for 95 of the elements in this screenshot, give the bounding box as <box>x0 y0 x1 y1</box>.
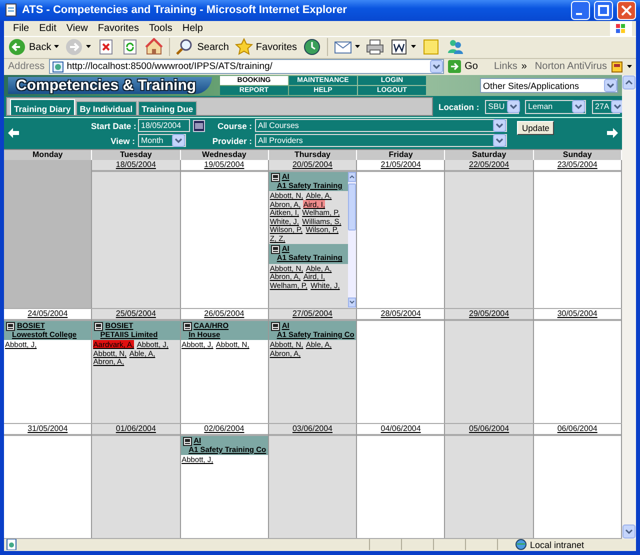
toolbar-button[interactable]: Search <box>197 42 229 53</box>
minimize-button[interactable] <box>571 0 590 20</box>
view-select[interactable]: Month <box>138 134 186 148</box>
caret-icon[interactable] <box>627 64 632 69</box>
day-name: Tuesday <box>92 150 181 160</box>
chevron-button[interactable]: » <box>521 61 527 72</box>
date-link[interactable]: 01/06/2004 <box>116 424 156 433</box>
menu-item[interactable]: Favorites <box>92 22 144 34</box>
update-button[interactable]: Update <box>517 121 554 136</box>
edit-document-icon[interactable] <box>390 38 408 56</box>
course-select[interactable]: All Courses <box>255 119 507 132</box>
scrollbar[interactable] <box>622 74 636 539</box>
date-link[interactable]: 05/06/2004 <box>469 424 510 433</box>
tab[interactable]: By Individual <box>76 101 137 116</box>
status-zone: Local intranet <box>530 540 584 550</box>
date-link[interactable]: 25/05/2004 <box>116 308 156 318</box>
date-link[interactable]: 02/06/2004 <box>204 424 244 433</box>
caret-icon[interactable] <box>355 45 360 50</box>
provider-label: Provider : <box>212 136 252 146</box>
location-label: Location : <box>438 102 480 112</box>
date-link[interactable]: 04/06/2004 <box>380 424 421 433</box>
right-arrow-icon[interactable] <box>607 128 618 138</box>
go-button[interactable]: Go <box>464 61 478 72</box>
printer-icon[interactable] <box>270 245 280 254</box>
caret-icon[interactable] <box>411 45 416 50</box>
stop-icon[interactable] <box>97 38 116 56</box>
day-name: Friday <box>357 150 446 160</box>
day-name: Saturday <box>445 150 534 160</box>
printer-icon[interactable] <box>270 172 280 182</box>
location-select[interactable]: SBU <box>485 100 520 114</box>
view-label: View : <box>110 136 135 146</box>
provider-select[interactable]: All Providers <box>255 134 507 148</box>
toolbar-button[interactable]: Favorites <box>256 42 298 53</box>
address-label: Address <box>8 61 45 72</box>
left-arrow-icon[interactable] <box>8 128 19 138</box>
tab[interactable]: Training Diary <box>10 99 75 116</box>
date-link[interactable]: 19/05/2004 <box>204 160 244 169</box>
scrollbar[interactable] <box>348 172 356 308</box>
printer-icon[interactable] <box>182 436 192 446</box>
location-select[interactable]: Leman <box>525 100 586 114</box>
window-title: ATS - Competencies and Training - Microsoft Internet Explorer <box>22 4 348 16</box>
page-icon <box>4 3 18 18</box>
day-name: Sunday <box>534 150 622 160</box>
calendar-icon[interactable] <box>193 120 205 132</box>
tab[interactable]: Training Due <box>138 101 198 116</box>
page-icon <box>52 60 64 73</box>
people-icon[interactable] <box>446 38 464 56</box>
day-name: Wednesday <box>180 150 269 160</box>
search-icon <box>176 38 194 56</box>
day-name: Monday <box>4 150 92 160</box>
date-link[interactable]: 06/06/2004 <box>557 424 598 433</box>
date-link[interactable]: 21/05/2004 <box>380 160 421 169</box>
app-logo: Competencies & Training <box>8 77 212 94</box>
menu-item[interactable]: View <box>61 22 93 34</box>
course-label: Course : <box>216 120 252 131</box>
printer-icon[interactable] <box>270 322 280 331</box>
date-link[interactable]: 24/05/2004 <box>28 308 68 318</box>
date-link[interactable]: 31/05/2004 <box>28 424 68 433</box>
printer-icon[interactable] <box>182 322 192 331</box>
printer-icon[interactable] <box>94 322 104 331</box>
toolbar-label[interactable]: Norton AntiVirus <box>534 61 607 72</box>
links-label[interactable]: Links <box>494 61 518 72</box>
close-button[interactable] <box>617 0 636 20</box>
go-arrow-icon[interactable] <box>448 60 461 74</box>
clock-icon[interactable] <box>303 38 322 56</box>
menu-item[interactable]: File <box>8 22 34 34</box>
globe-icon <box>514 539 527 550</box>
date-link[interactable]: 22/05/2004 <box>469 160 510 169</box>
menu-item[interactable]: Tools <box>144 22 178 34</box>
date-link[interactable]: 29/05/2004 <box>469 308 510 318</box>
sites-select[interactable]: Other Sites/Applications <box>480 78 618 94</box>
date-link[interactable]: 23/05/2004 <box>557 160 598 169</box>
printer-icon[interactable] <box>6 322 15 331</box>
home-icon[interactable] <box>145 38 164 56</box>
toolbar-button[interactable]: Back <box>29 42 52 53</box>
date-link[interactable]: 30/05/2004 <box>557 308 598 318</box>
date-link[interactable]: 18/05/2004 <box>116 160 156 169</box>
start-date-field[interactable]: 18/05/2004 <box>138 119 190 132</box>
star-icon <box>234 38 253 56</box>
date-link[interactable]: 20/05/2004 <box>292 160 333 169</box>
address-field[interactable]: http://localhost:8500/wwwroot/IPPS/ATS/training/ <box>48 59 444 74</box>
date-link[interactable]: 26/05/2004 <box>204 308 244 318</box>
location-select[interactable]: 27A <box>592 100 620 114</box>
menu-item[interactable]: Help <box>177 22 208 34</box>
date-link[interactable]: 27/05/2004 <box>292 308 333 318</box>
date-link[interactable]: 28/05/2004 <box>380 308 421 318</box>
day-name: Thursday <box>268 150 358 160</box>
refresh-icon[interactable] <box>121 38 140 56</box>
caret-icon[interactable] <box>86 45 92 50</box>
menu-item[interactable]: Edit <box>34 22 62 34</box>
caret-icon[interactable] <box>54 45 60 50</box>
start-date-label: Start Date : <box>91 120 135 131</box>
date-link[interactable]: 03/06/2004 <box>292 424 333 433</box>
shield-icon[interactable] <box>611 60 623 73</box>
maximize-button[interactable] <box>594 0 613 20</box>
